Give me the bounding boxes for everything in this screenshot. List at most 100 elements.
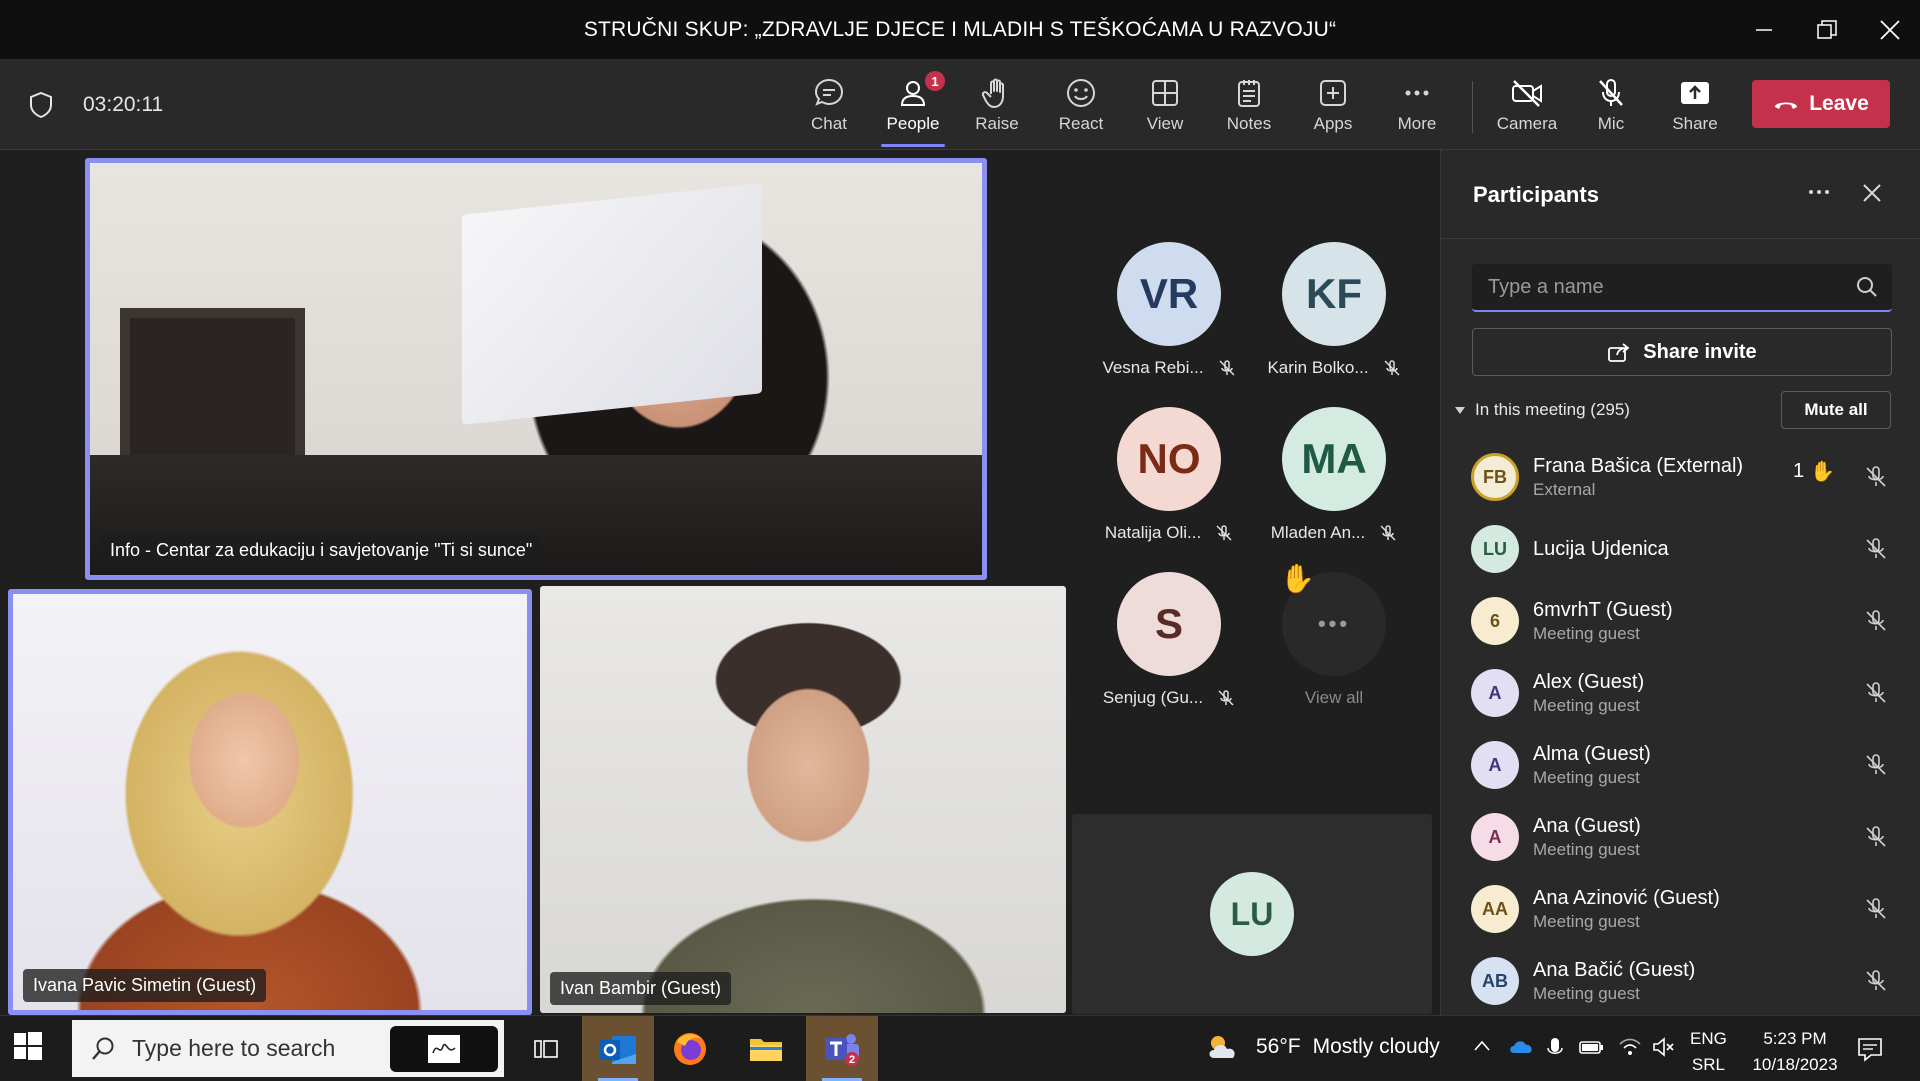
task-view-icon	[534, 1039, 558, 1058]
view-button[interactable]: View	[1125, 73, 1205, 143]
participant-search[interactable]	[1472, 264, 1892, 312]
participant-role: Meeting guest	[1533, 911, 1640, 931]
microphone-icon[interactable]	[1546, 1036, 1564, 1060]
apps-button[interactable]: Apps	[1293, 73, 1373, 143]
search-input[interactable]	[1488, 275, 1828, 299]
avatar: 6	[1471, 597, 1519, 645]
volume-muted-icon[interactable]	[1652, 1036, 1676, 1058]
list-item[interactable]: AA Ana Azinović (Guest) Meeting guest	[1441, 873, 1920, 945]
file-explorer-app[interactable]	[730, 1016, 802, 1081]
video-tile-main[interactable]: Info - Centar za edukaciju i savjetovanj…	[85, 158, 987, 580]
participant-name: Alma (Guest)	[1533, 742, 1651, 765]
signature-icon	[428, 1035, 460, 1063]
search-highlight-image[interactable]	[390, 1026, 498, 1072]
mic-off-icon[interactable]	[1864, 465, 1888, 489]
cloud-sun-icon	[1209, 1036, 1235, 1058]
mic-button[interactable]: Mic	[1571, 73, 1651, 143]
taskbar-search[interactable]: Type here to search	[72, 1020, 504, 1077]
avatar: A	[1471, 669, 1519, 717]
avatar-tile[interactable]: VR Vesna Rebi...	[1094, 242, 1244, 392]
mic-off-icon	[1384, 360, 1400, 376]
view-label: View	[1146, 114, 1184, 133]
camera-label: Camera	[1496, 114, 1558, 133]
raised-hand-icon: ✋	[1810, 461, 1836, 483]
list-item[interactable]: 6 6mvrhT (Guest) Meeting guest	[1441, 585, 1920, 657]
video-tile-left[interactable]: Ivana Pavic Simetin (Guest)	[8, 589, 532, 1015]
start-button[interactable]	[12, 1030, 44, 1067]
restore-button[interactable]	[1797, 0, 1857, 59]
close-icon	[1880, 19, 1900, 40]
battery-icon[interactable]	[1578, 1036, 1604, 1058]
more-button[interactable]: More	[1377, 73, 1457, 143]
leave-button[interactable]: Leave	[1752, 80, 1890, 128]
mic-off-icon[interactable]	[1864, 681, 1888, 705]
react-button[interactable]: React	[1041, 73, 1121, 143]
system-clock[interactable]: 5:23 PM 10/18/2023	[1740, 1026, 1850, 1078]
people-label: People	[886, 114, 940, 133]
list-item[interactable]: A Alex (Guest) Meeting guest	[1441, 657, 1920, 729]
list-item[interactable]: A Alma (Guest) Meeting guest	[1441, 729, 1920, 801]
avatar-tile[interactable]: NO Natalija Oli...	[1094, 407, 1244, 557]
participant-name: Alex (Guest)	[1533, 670, 1645, 693]
meeting-toolbar: 03:20:11 Chat 1 People Raise React View …	[0, 59, 1920, 150]
mic-label: Mic	[1597, 114, 1625, 133]
share-screen-icon	[1678, 73, 1712, 113]
folder-icon	[750, 1038, 782, 1061]
mic-off-icon[interactable]	[1864, 753, 1888, 777]
people-button[interactable]: 1 People	[873, 71, 953, 147]
hang-up-icon	[1775, 102, 1798, 109]
mic-off-icon[interactable]	[1864, 897, 1888, 921]
list-item[interactable]: AB Ana Bačić (Guest) Meeting guest	[1441, 945, 1920, 1017]
participant-name-label: Ivan Bambir (Guest)	[550, 972, 732, 1005]
minimize-button[interactable]	[1734, 0, 1794, 59]
avatar-name-text: Natalija Oli...	[1104, 523, 1202, 542]
weather-widget[interactable]: 56°F Mostly cloudy	[1204, 1032, 1440, 1062]
search-icon	[92, 1037, 114, 1060]
meeting-section-toggle[interactable]: In this meeting (295)	[1453, 400, 1630, 420]
share-invite-button[interactable]: Share invite	[1472, 328, 1892, 376]
share-button[interactable]: Share	[1655, 73, 1735, 143]
firefox-app[interactable]	[654, 1016, 726, 1081]
mic-off-icon	[1595, 73, 1627, 113]
panel-more-button[interactable]	[1807, 180, 1831, 210]
avatar-tile[interactable]: KF Karin Bolko...	[1259, 242, 1409, 392]
participant-name: Frana Bašica (External)	[1533, 454, 1744, 477]
list-item[interactable]: LU Lucija Ujdenica	[1441, 513, 1920, 585]
notification-icon[interactable]	[1856, 1036, 1884, 1062]
avatar-tile[interactable]: MA Mladen An...	[1259, 407, 1409, 557]
taskbar-search-placeholder: Type here to search	[132, 1035, 336, 1061]
video-tile-right[interactable]: Ivan Bambir (Guest)	[540, 586, 1066, 1013]
list-item[interactable]: FB Frana Bašica (External) External 1 ✋	[1441, 441, 1920, 513]
participant-role: Meeting guest	[1533, 695, 1640, 715]
mic-off-icon[interactable]	[1864, 609, 1888, 633]
avatar-name-text: Vesna Rebi...	[1102, 358, 1204, 377]
onedrive-icon[interactable]	[1508, 1036, 1534, 1056]
apps-label: Apps	[1313, 114, 1353, 133]
mic-off-icon[interactable]	[1864, 537, 1888, 561]
teams-app[interactable]: 2	[806, 1016, 878, 1081]
chat-button[interactable]: Chat	[789, 73, 869, 143]
camera-button[interactable]: Camera	[1487, 73, 1567, 143]
outlook-app[interactable]	[582, 1016, 654, 1081]
shield-icon[interactable]	[28, 91, 54, 124]
raise-hand-button[interactable]: Raise	[957, 73, 1037, 143]
avatar-tile[interactable]: S Senjug (Gu...	[1094, 572, 1244, 722]
list-item[interactable]: A Ana (Guest) Meeting guest	[1441, 801, 1920, 873]
participant-list: FB Frana Bašica (External) External 1 ✋ …	[1441, 441, 1920, 1017]
notes-button[interactable]: Notes	[1209, 73, 1289, 143]
self-video-tile[interactable]: LU	[1072, 814, 1432, 1014]
panel-close-button[interactable]	[1861, 182, 1883, 209]
input-language[interactable]: ENG SRL	[1690, 1026, 1727, 1078]
close-window-button[interactable]	[1860, 0, 1920, 59]
mic-off-icon[interactable]	[1864, 969, 1888, 993]
clock-date: 10/18/2023	[1752, 1055, 1838, 1074]
avatar-name: Vesna Rebi...	[1102, 358, 1235, 378]
participant-name: Lucija Ujdenica	[1533, 537, 1669, 560]
wifi-icon[interactable]	[1618, 1036, 1642, 1058]
mute-all-button[interactable]: Mute all	[1781, 391, 1891, 429]
task-view-button[interactable]	[510, 1016, 582, 1081]
mic-off-icon[interactable]	[1864, 825, 1888, 849]
chevron-up-icon[interactable]	[1472, 1036, 1492, 1056]
participant-role: Meeting guest	[1533, 983, 1640, 1003]
avatar: A	[1471, 813, 1519, 861]
